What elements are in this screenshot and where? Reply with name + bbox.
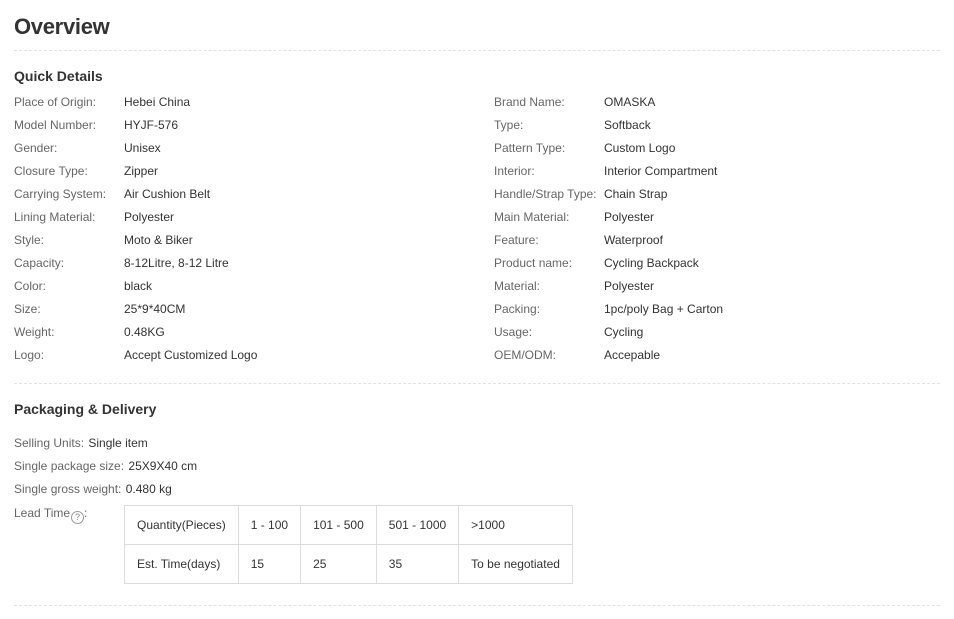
divider <box>14 605 940 606</box>
selling-units-value: Single item <box>88 436 148 450</box>
quantity-header-cell: Quantity(Pieces) <box>124 505 239 545</box>
detail-value: Waterproof <box>604 233 663 247</box>
detail-value: Cycling Backpack <box>604 256 699 270</box>
quantity-range-cell: 501 - 1000 <box>375 505 460 545</box>
detail-label: Material: <box>494 279 541 293</box>
lead-time-days-row: Est. Time(days) 15 25 35 To be negotiate… <box>124 544 573 584</box>
lead-time-header-row: Quantity(Pieces) 1 - 100 101 - 500 501 -… <box>124 505 573 545</box>
detail-value: HYJF-576 <box>124 118 179 132</box>
detail-label: Usage: <box>494 325 533 339</box>
detail-label: Color: <box>14 279 47 293</box>
detail-label: Style: <box>14 233 45 247</box>
selling-units-row: Selling Units: Single item <box>14 434 148 452</box>
detail-label: Closure Type: <box>14 164 88 178</box>
package-size-value: 25X9X40 cm <box>128 459 198 473</box>
quantity-range-cell: >1000 <box>458 505 573 545</box>
detail-label: Interior: <box>494 164 535 178</box>
detail-label: Capacity: <box>14 256 65 270</box>
detail-label: Main Material: <box>494 210 570 224</box>
detail-label: Place of Origin: <box>14 95 97 109</box>
detail-label: Packing: <box>494 302 541 316</box>
detail-value: 0.48KG <box>124 325 165 339</box>
est-days-cell: 15 <box>237 544 302 584</box>
detail-label: Model Number: <box>14 118 97 132</box>
est-time-header-cell: Est. Time(days) <box>124 544 239 584</box>
lead-time-colon: : <box>84 506 88 520</box>
lead-time-text: Lead Time <box>14 506 71 520</box>
quick-details-title: Quick Details <box>14 68 103 84</box>
divider <box>14 383 940 384</box>
detail-value: Softback <box>604 118 651 132</box>
detail-value: Zipper <box>124 164 159 178</box>
gross-weight-value: 0.480 kg <box>125 482 172 496</box>
detail-value: Interior Compartment <box>604 164 718 178</box>
detail-value: Polyester <box>124 210 175 224</box>
detail-value: black <box>124 279 153 293</box>
est-days-cell: 35 <box>375 544 460 584</box>
detail-label: Feature: <box>494 233 539 247</box>
detail-value: Custom Logo <box>604 141 676 155</box>
detail-label: Lining Material: <box>14 210 96 224</box>
detail-value: 25*9*40CM <box>124 302 186 316</box>
detail-value: 1pc/poly Bag + Carton <box>604 302 724 316</box>
detail-label: Handle/Strap Type: <box>494 187 597 201</box>
detail-label: Logo: <box>14 348 45 362</box>
detail-value: Air Cushion Belt <box>124 187 211 201</box>
detail-label: Weight: <box>14 325 55 339</box>
overview-title: Overview <box>14 14 110 39</box>
detail-label: Size: <box>14 302 41 316</box>
detail-value: Polyester <box>604 279 655 293</box>
detail-value: 8-12Litre, 8-12 Litre <box>124 256 229 270</box>
detail-value: Accept Customized Logo <box>124 348 258 362</box>
detail-label: OEM/ODM: <box>494 348 556 362</box>
package-size-row: Single package size: 25X9X40 cm <box>14 457 197 475</box>
divider <box>14 50 940 51</box>
gross-weight-label: Single gross weight: <box>14 482 122 496</box>
detail-value: Polyester <box>604 210 655 224</box>
package-size-label: Single package size: <box>14 459 125 473</box>
question-circle-icon[interactable]: ? <box>71 511 85 524</box>
detail-value: OMASKA <box>604 95 656 109</box>
packaging-delivery-title: Packaging & Delivery <box>14 401 157 417</box>
detail-value: Accepable <box>604 348 661 362</box>
detail-value: Cycling <box>604 325 644 339</box>
detail-value: Hebei China <box>124 95 191 109</box>
lead-time-label: Lead Time?: <box>14 504 87 524</box>
quantity-range-cell: 101 - 500 <box>300 505 377 545</box>
detail-value: Chain Strap <box>604 187 668 201</box>
quantity-range-cell: 1 - 100 <box>237 505 302 545</box>
detail-label: Gender: <box>14 141 58 155</box>
gross-weight-row: Single gross weight: 0.480 kg <box>14 480 172 498</box>
detail-value: Moto & Biker <box>124 233 193 247</box>
selling-units-label: Selling Units: <box>14 436 85 450</box>
detail-label: Carrying System: <box>14 187 107 201</box>
detail-label: Type: <box>494 118 524 132</box>
est-days-cell: To be negotiated <box>458 544 573 584</box>
est-days-cell: 25 <box>300 544 377 584</box>
lead-time-table: Quantity(Pieces) 1 - 100 101 - 500 501 -… <box>124 505 573 584</box>
detail-label: Product name: <box>494 256 573 270</box>
product-overview-page: Overview Quick Details Place of Origin: H… <box>0 0 954 619</box>
detail-label: Pattern Type: <box>494 141 566 155</box>
detail-label: Brand Name: <box>494 95 565 109</box>
detail-value: Unisex <box>124 141 161 155</box>
